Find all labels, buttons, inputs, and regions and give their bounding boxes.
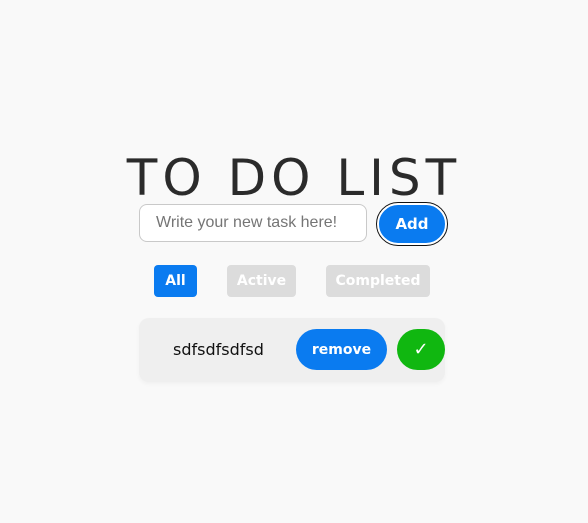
task-item: sdfsdfsdfsd remove ✓	[139, 318, 445, 382]
check-icon: ✓	[413, 339, 429, 360]
filter-all-button[interactable]: All	[154, 265, 197, 297]
new-task-input[interactable]	[139, 204, 367, 242]
remove-task-button[interactable]: remove	[296, 329, 387, 370]
filter-active-button[interactable]: Active	[227, 265, 296, 297]
complete-task-button[interactable]: ✓	[397, 329, 445, 370]
task-text: sdfsdfsdfsd	[173, 340, 264, 359]
filter-completed-button[interactable]: Completed	[326, 265, 430, 297]
page-title: TO DO LIST	[126, 148, 462, 207]
add-task-button[interactable]: Add	[376, 202, 448, 246]
